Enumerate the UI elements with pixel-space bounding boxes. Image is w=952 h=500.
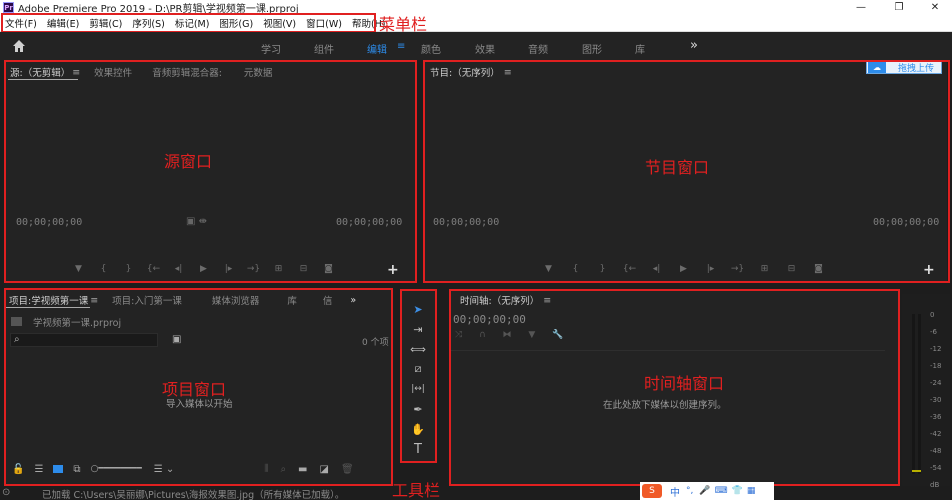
timeline-highlight-box	[449, 289, 900, 486]
maximize-button[interactable]: ❐	[884, 0, 914, 15]
workspace-color[interactable]: 颜色	[421, 41, 441, 56]
close-button[interactable]: ✕	[920, 0, 950, 15]
meter-label-48: -48	[930, 447, 942, 455]
sogou-logo-icon[interactable]: S	[642, 484, 662, 498]
project-highlight-box	[4, 288, 393, 486]
meter-label-24: -24	[930, 379, 942, 387]
meter-label-54: -54	[930, 464, 942, 472]
workspace-effects[interactable]: 效果	[475, 41, 495, 56]
meter-label-12: -12	[930, 345, 942, 353]
workspace-bar: 学习 组件 编辑 ≡ 颜色 效果 音频 图形 库 »	[0, 32, 952, 60]
workspace-assembly[interactable]: 组件	[314, 41, 334, 56]
status-text: 已加载 C:\Users\吴丽娜\Pictures\海报效果图.jpg（所有媒体…	[42, 490, 345, 500]
workspace-more-icon[interactable]: »	[690, 38, 698, 53]
tools-annotation: 工具栏	[392, 481, 441, 500]
minimize-button[interactable]: —	[846, 0, 876, 15]
meter-label-18: -18	[930, 362, 942, 370]
menubar-highlight-box	[1, 13, 376, 33]
premiere-logo-icon: Pr	[3, 2, 14, 13]
tools-highlight-box	[400, 289, 437, 463]
audio-meter-level	[912, 470, 921, 472]
workspace-libraries[interactable]: 库	[635, 41, 645, 56]
meter-label-36: -36	[930, 413, 942, 421]
audio-meter-left-channel	[912, 314, 915, 474]
ime-toolbar: S 中 °, 🎤 ⌨ 👕 ▦	[640, 482, 774, 500]
ime-voice-icon[interactable]: 🎤	[699, 486, 710, 496]
home-icon[interactable]	[12, 39, 26, 53]
ime-toolbox-icon[interactable]: ▦	[747, 486, 756, 496]
meter-label-30: -30	[930, 396, 942, 404]
meter-label-db: dB	[930, 481, 940, 489]
ime-skin-icon[interactable]: 👕	[732, 486, 743, 496]
meter-label-6: -6	[930, 328, 937, 336]
audio-meter-right-channel	[918, 314, 921, 474]
status-icon: ⊙	[2, 487, 11, 498]
workspace-audio[interactable]: 音频	[528, 41, 548, 56]
ime-chinese-mode[interactable]: 中	[670, 484, 680, 499]
source-highlight-box	[4, 60, 417, 283]
workspace-editing[interactable]: 编辑	[367, 41, 387, 56]
workspace-learn[interactable]: 学习	[261, 41, 281, 56]
program-highlight-box	[423, 60, 950, 283]
meter-label-42: -42	[930, 430, 942, 438]
meter-label-0: 0	[930, 311, 935, 319]
ime-keyboard-icon[interactable]: ⌨	[715, 486, 728, 496]
workspace-graphics[interactable]: 图形	[582, 41, 602, 56]
workspace-menu-icon[interactable]: ≡	[397, 41, 405, 52]
ime-punctuation-icon[interactable]: °,	[686, 486, 693, 496]
audio-meter	[902, 294, 950, 486]
